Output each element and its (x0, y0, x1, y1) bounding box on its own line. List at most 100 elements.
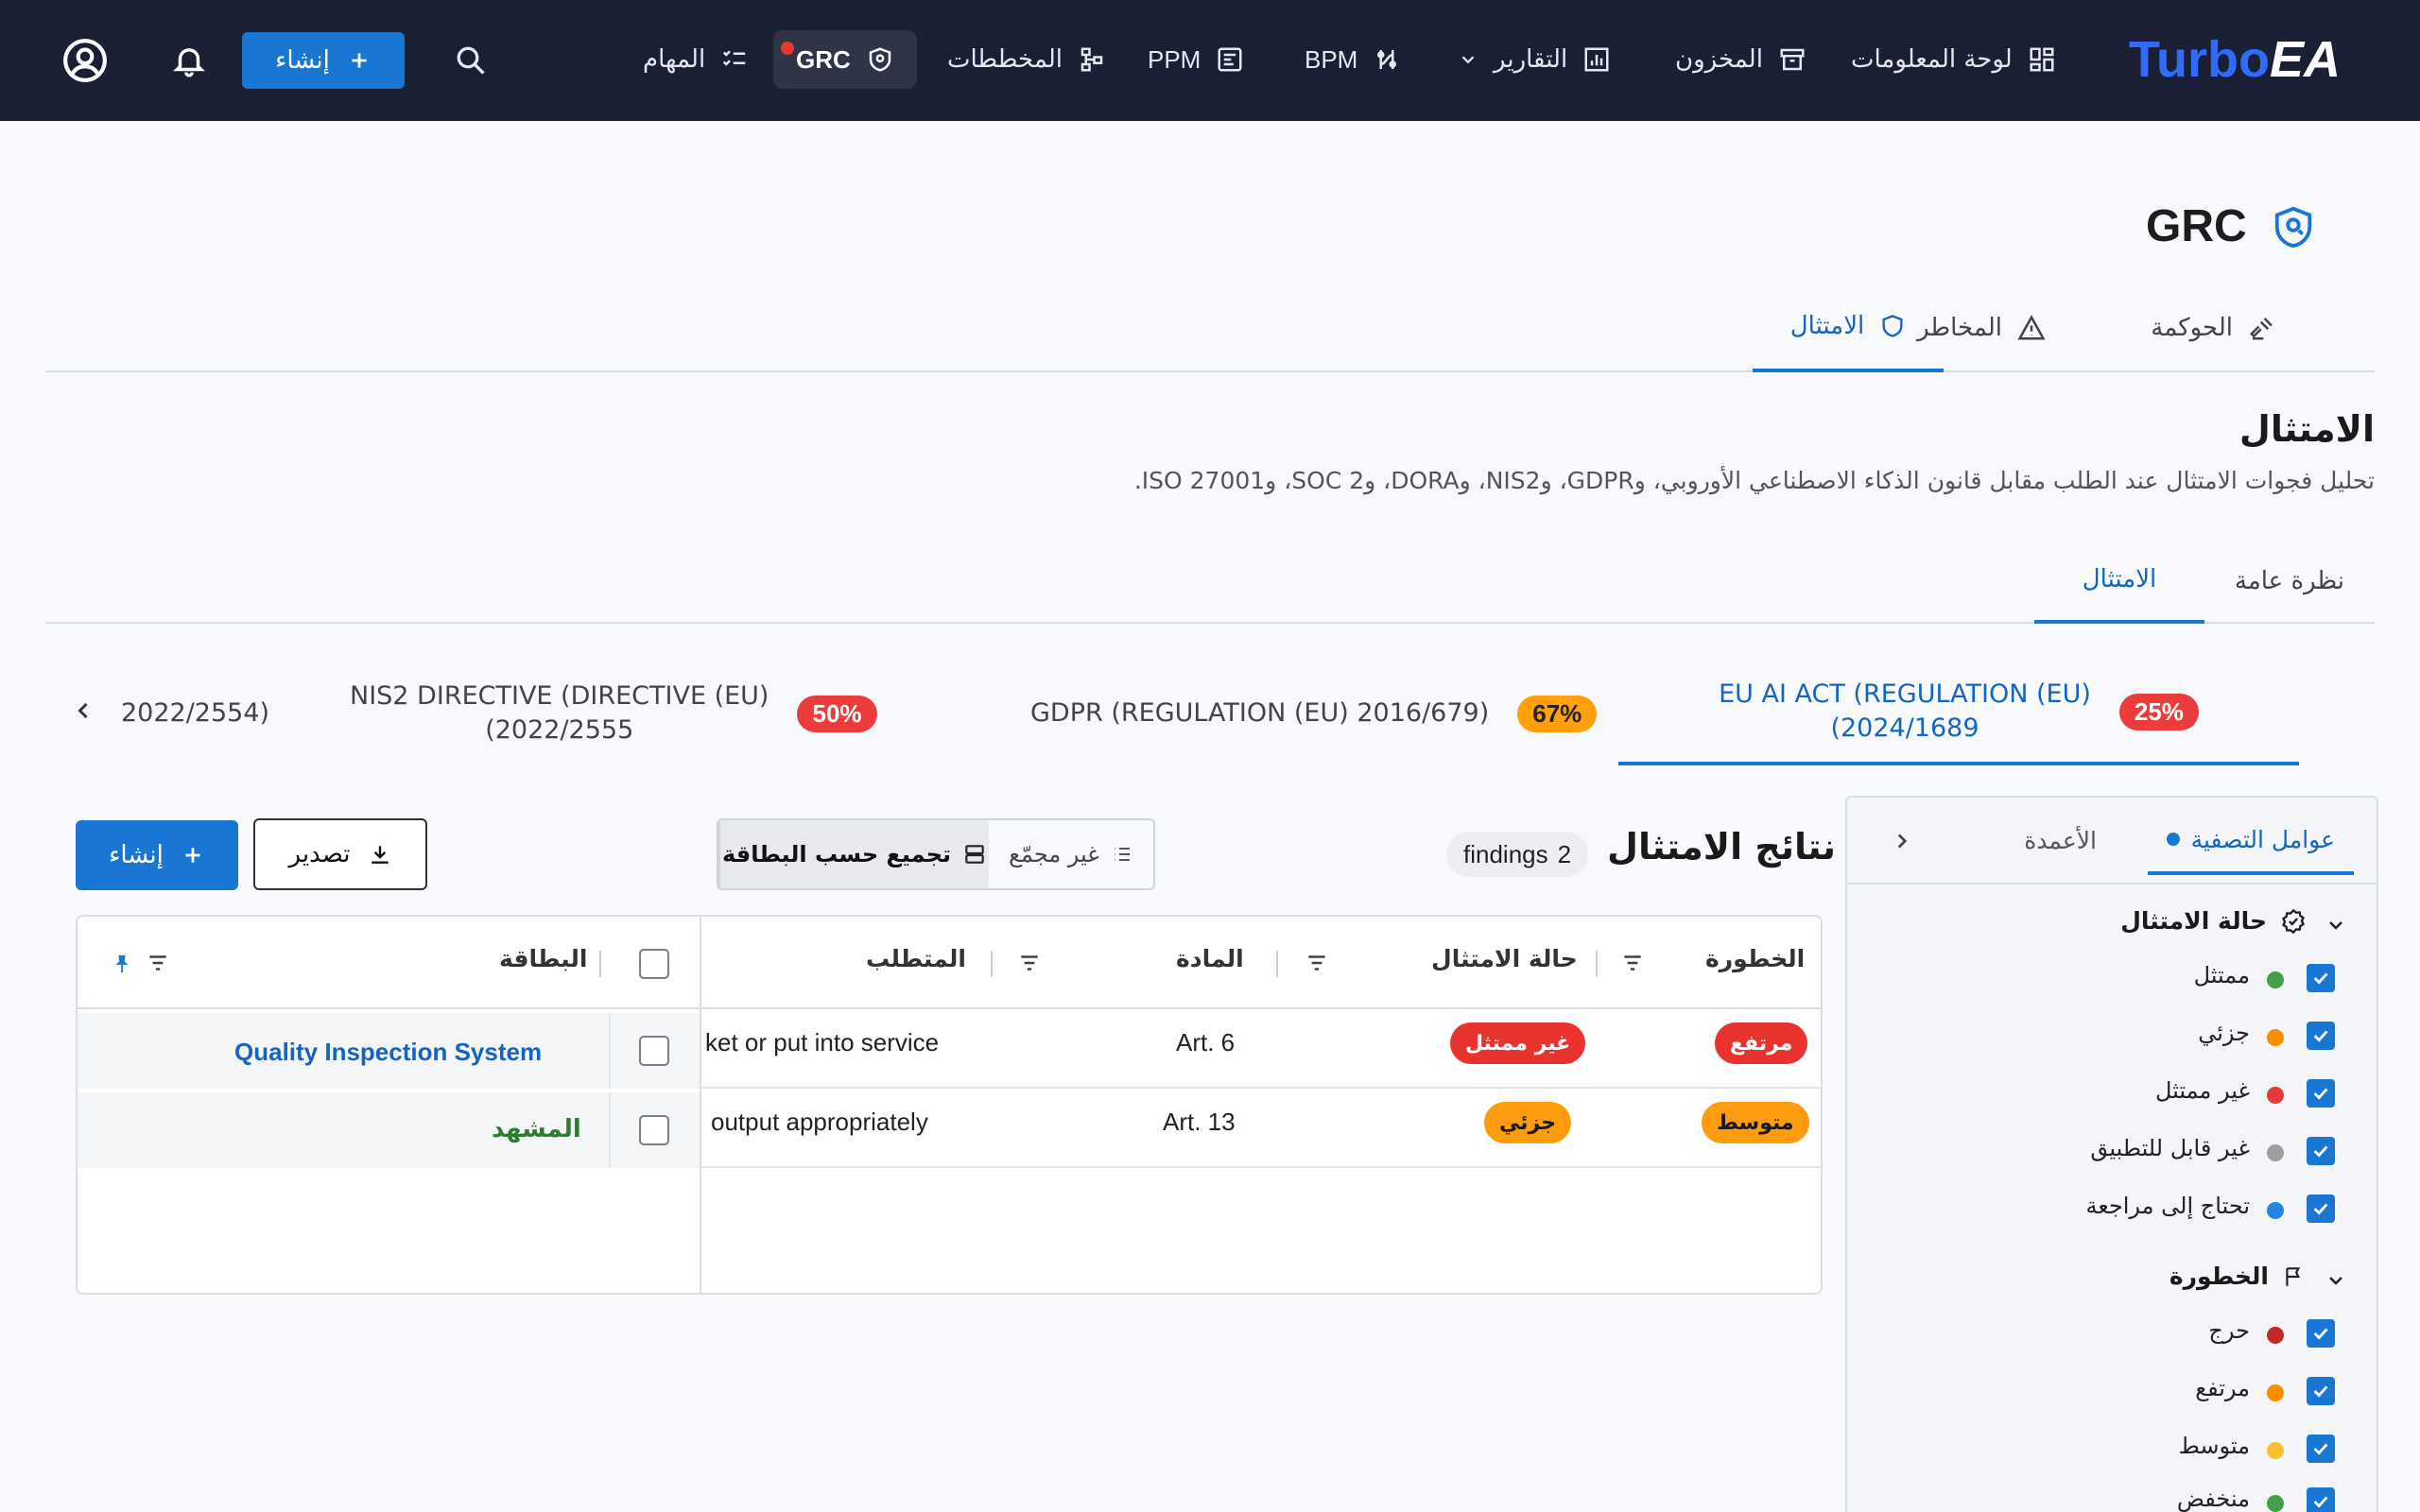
checkbox-checked[interactable] (2307, 1137, 2335, 1165)
tab-governance[interactable]: الحوكمة (2151, 284, 2276, 372)
create-button[interactable]: إنشاء (242, 32, 405, 89)
search-icon[interactable] (450, 40, 492, 81)
bar-chart-icon (1582, 45, 1611, 74)
checkbox-checked[interactable] (2307, 1022, 2335, 1050)
checkbox-checked[interactable] (2307, 1435, 2335, 1463)
nav-item-bpm[interactable]: BPM (1305, 30, 1401, 89)
tab-compliance[interactable]: الامتثال (1753, 284, 1944, 372)
checkbox-checked[interactable] (2307, 1377, 2335, 1405)
severity-badge: مرتفع (1715, 1022, 1808, 1064)
findings-count-chip: findings 2 (1446, 832, 1589, 877)
nav-item-tasks[interactable]: المهام (643, 30, 795, 89)
checkbox-checked[interactable] (2307, 1194, 2335, 1223)
card-link[interactable]: Quality Inspection System (234, 1038, 542, 1067)
filter-option[interactable]: غير قابل للتطبيق (1847, 1122, 2377, 1178)
filter-icon[interactable] (1618, 951, 1647, 975)
ungrouped-option[interactable]: غير مجمّع (989, 820, 1153, 888)
warning-icon (2017, 314, 2046, 342)
shield-icon (866, 45, 894, 74)
filter-icon[interactable] (1015, 951, 1044, 975)
severity-dot (2267, 1442, 2284, 1459)
filter-option[interactable]: جزئي (1847, 1006, 2377, 1063)
regulation-label-line: 2024/1689) (1830, 713, 1979, 743)
column-header-status[interactable]: حالة الامتثال (1431, 945, 1578, 972)
nav-item-grc[interactable]: GRC (773, 30, 917, 89)
nav-item-dashboard[interactable]: لوحة المعلومات (1851, 30, 2056, 89)
results-title: نتائج الامتثال (1607, 826, 1837, 868)
filter-group-label: حالة الامتثال (2120, 907, 2267, 935)
nav-item-ppm[interactable]: PPM (1148, 30, 1244, 89)
column-header-requirement[interactable]: المتطلب (866, 945, 966, 972)
tab-compliance-sub[interactable]: الامتثال (2034, 539, 2204, 624)
filter-option[interactable]: تحتاج إلى مراجعة (1847, 1179, 2377, 1236)
filter-option[interactable]: مرتفع (1847, 1362, 2377, 1418)
regulation-tab-dora[interactable]: 2022/2554) (121, 662, 269, 765)
nav-item-inventory[interactable]: المخزون (1675, 30, 1806, 89)
regulation-label-line: 2022/2555) (485, 715, 634, 745)
table-row[interactable]: Quality Inspection System (78, 1013, 700, 1089)
filter-option[interactable]: ممتثل (1847, 949, 2377, 1005)
main-tabs: الحوكمة المخاطر الامتثال (45, 284, 2375, 372)
group-by-card-option[interactable]: تجميع حسب البطاقة (718, 820, 989, 888)
filter-option[interactable]: غير ممتثل (1847, 1064, 2377, 1121)
status-badge: جزئي (1484, 1102, 1572, 1143)
regulation-tab-eu-ai-act[interactable]: 25% EU AI ACT (REGULATION (EU) 2024/1689… (1618, 662, 2299, 765)
nav-item-label: المهام (643, 45, 706, 74)
plus-icon (347, 48, 372, 73)
column-header-card[interactable]: البطاقة (499, 945, 587, 972)
bell-icon[interactable] (168, 38, 210, 83)
chevron-right-icon[interactable] (1885, 824, 1919, 858)
checkbox-checked[interactable] (2307, 1319, 2335, 1348)
tab-overview[interactable]: نظرة عامة (2235, 539, 2344, 624)
tab-label: نظرة عامة (2234, 567, 2344, 595)
pinned-card-column: البطاقة Quality Inspection System المشهد (78, 917, 701, 1293)
filter-icon[interactable] (144, 951, 172, 975)
account-icon[interactable] (60, 36, 110, 85)
filter-panel-tabs: عوامل التصفية الأعمدة (1847, 798, 2377, 885)
regulation-tab-gdpr[interactable]: 67% GDPR (REGULATION (EU) 2016/679) (1030, 662, 1598, 765)
nav-item-label: التقارير (1494, 45, 1568, 74)
section-title: الامتثال (2238, 408, 2375, 450)
tab-filters[interactable]: عوامل التصفية (2147, 807, 2354, 875)
group-icon (962, 842, 987, 867)
status-dot (2267, 1202, 2284, 1219)
export-button[interactable]: تصدير (253, 818, 427, 890)
flag-icon (2282, 1263, 2307, 1290)
turbo-ea-logo[interactable]: Turbo EA (2129, 28, 2341, 91)
filter-group-compliance-status[interactable]: حالة الامتثال (2120, 907, 2307, 935)
tab-label: الأعمدة (2024, 826, 2097, 854)
diagram-icon (1078, 45, 1106, 74)
row-checkbox[interactable] (639, 1115, 669, 1145)
tab-columns[interactable]: الأعمدة (2024, 816, 2097, 864)
filter-option[interactable]: متوسط (1847, 1419, 2377, 1476)
checkbox-checked[interactable] (2307, 964, 2335, 992)
findings-table: الخطورة حالة الامتثال المادة المتطلب مرت… (76, 915, 1823, 1295)
regulation-label: NIS2 DIRECTIVE (DIRECTIVE (EU) 2022/2555… (350, 679, 769, 747)
chevron-down-icon[interactable] (2322, 911, 2350, 939)
pin-icon[interactable] (112, 951, 132, 977)
card-link[interactable]: المشهد (492, 1115, 581, 1143)
regulation-tab-nis2[interactable]: 50% NIS2 DIRECTIVE (DIRECTIVE (EU) 2022/… (350, 662, 877, 765)
regulation-label-line: EU AI ACT (REGULATION (EU) (1719, 679, 2091, 709)
filter-icon[interactable] (1303, 951, 1331, 975)
table-row[interactable]: المشهد (78, 1092, 700, 1168)
filter-option[interactable]: منخفض (1847, 1472, 2377, 1512)
chevron-left-icon[interactable] (64, 692, 102, 730)
select-all-checkbox[interactable] (639, 949, 669, 979)
checkbox-checked[interactable] (2307, 1079, 2335, 1108)
process-icon (1373, 45, 1401, 74)
logo-text: Turbo (2129, 31, 2270, 88)
filter-group-severity[interactable]: الخطورة (2169, 1263, 2307, 1290)
column-separator (599, 951, 601, 977)
column-header-article[interactable]: المادة (1176, 945, 1244, 972)
row-checkbox[interactable] (639, 1036, 669, 1066)
filter-option[interactable]: حرج (1847, 1304, 2377, 1361)
nav-item-label: المخططات (947, 45, 1063, 74)
create-finding-button[interactable]: إنشاء (76, 820, 238, 890)
nav-item-reports[interactable]: التقارير (1458, 30, 1611, 89)
create-button-label: إنشاء (275, 46, 330, 75)
nav-item-diagrams[interactable]: المخططات (947, 30, 1106, 89)
chevron-down-icon[interactable] (2322, 1266, 2350, 1295)
column-header-severity[interactable]: الخطورة (1705, 945, 1805, 972)
checkbox-checked[interactable] (2307, 1487, 2335, 1512)
